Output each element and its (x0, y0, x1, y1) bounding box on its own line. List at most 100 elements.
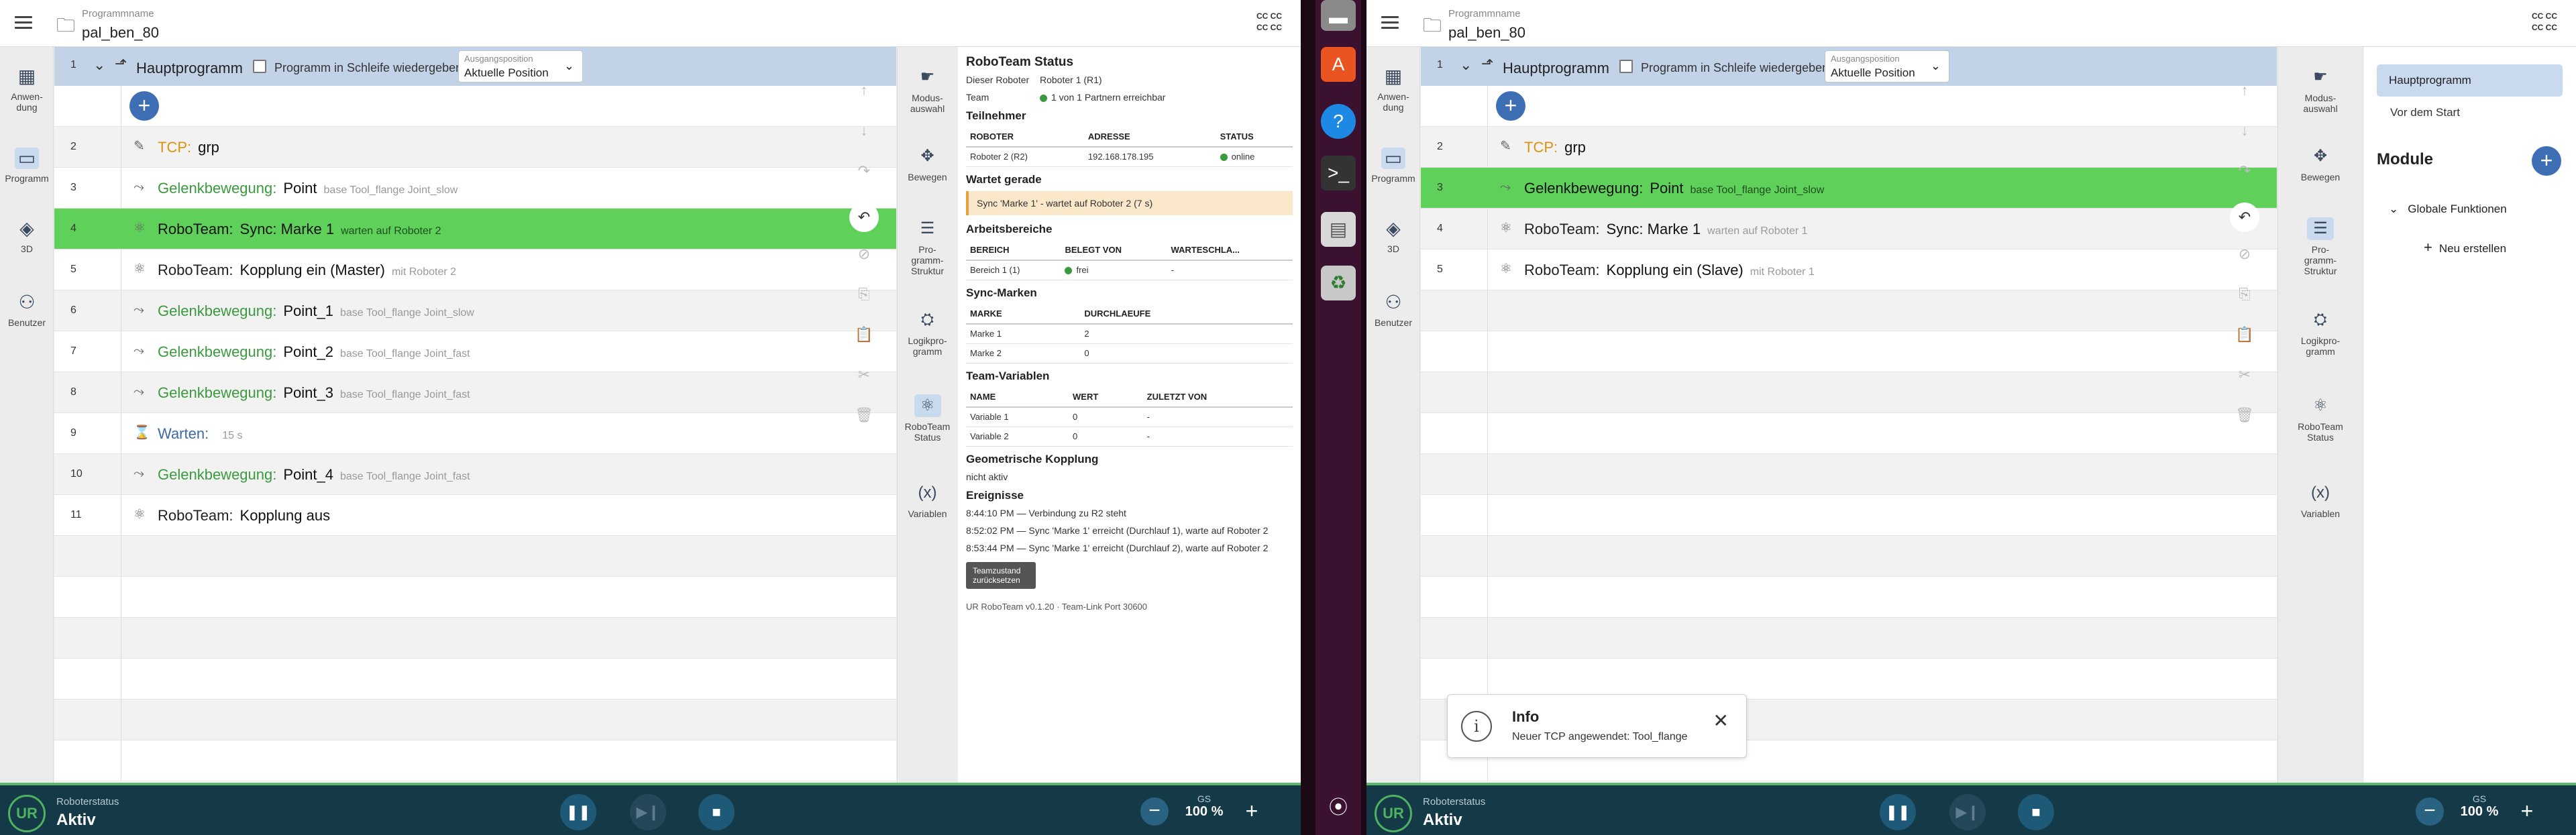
tool-move-arrows[interactable]: ✥ Bewegen (898, 145, 957, 182)
row-number-cell (54, 618, 121, 658)
row-number: 4 (1421, 209, 1488, 249)
add-node-button[interactable]: + (1496, 91, 1525, 121)
loop-checkbox[interactable] (1619, 60, 1633, 73)
nav-user[interactable]: ⚇ Benutzer (1366, 292, 1420, 328)
undo-icon[interactable]: ↶ (2230, 203, 2259, 232)
speed-increase-button[interactable]: + (1238, 797, 1266, 826)
dock-app-icon[interactable]: ▬ (1321, 0, 1356, 31)
program-row[interactable]: 4 ⚛ RoboTeam: Sync: Marke 1 warten auf Robot… (1421, 209, 2277, 249)
delete-icon[interactable]: 🗑 (2224, 406, 2265, 424)
menu-icon[interactable] (15, 15, 35, 31)
create-new-button[interactable]: + Neu erstellen (2424, 239, 2506, 256)
geo-title: Geometrische Kopplung (966, 453, 1099, 465)
event-item: 8:53:44 PM — Sync 'Marke 1' erreicht (Du… (966, 543, 1269, 553)
cut-icon[interactable]: ✂ (844, 366, 884, 384)
program-row[interactable]: 4 ⚛ RoboTeam: Sync: Marke 1 warten auf Robot… (54, 209, 896, 249)
nav-3d[interactable]: ◈ 3D (0, 218, 54, 254)
speed-increase-button[interactable]: + (2513, 797, 2541, 826)
speed-decrease-button[interactable]: − (2416, 797, 2444, 826)
program-row[interactable]: 5 ⚛ RoboTeam: Kopplung ein (Slave) mit Robot… (1421, 249, 2277, 290)
redo-icon[interactable]: ↷ (844, 162, 884, 180)
paste-icon[interactable]: 📋 (2224, 326, 2265, 343)
folder-icon[interactable]: 🗀 (1423, 16, 1442, 35)
cut-icon[interactable]: ✂ (2224, 366, 2265, 384)
structure-main-program[interactable]: Hauptprogramm (2377, 64, 2563, 97)
program-row[interactable]: 7 ⤳ Gelenkbewegung: Point_2 base Tool_flange… (54, 331, 896, 372)
program-row[interactable]: 10 ⤳ Gelenkbewegung: Point_4 base Tool_flang… (54, 454, 896, 495)
program-row[interactable]: 2 ✎ TCP: grp (1421, 127, 2277, 168)
nav-application[interactable]: ▦ Anwen- dung (0, 66, 54, 113)
program-row[interactable]: 11 ⚛ RoboTeam: Kopplung aus (54, 495, 896, 536)
delete-icon[interactable]: 🗑 (844, 406, 884, 424)
menu-icon[interactable] (1381, 15, 1401, 31)
step-button[interactable]: ▶❙ (630, 794, 666, 830)
move-up-icon[interactable]: ↑ (844, 82, 884, 99)
structure-before-start[interactable]: Vor dem Start (2377, 97, 2563, 129)
tool-mode[interactable]: ☛ Modus- auswahl (2278, 66, 2363, 114)
nav-program[interactable]: ▭ Programm (0, 148, 54, 184)
copy-icon[interactable]: ⎘ (2224, 286, 2265, 303)
tool-variables[interactable]: (x) Variablen (898, 482, 957, 519)
loop-checkbox[interactable] (253, 60, 266, 73)
mode-icon: ☛ (920, 68, 935, 86)
folder-icon[interactable]: 🗀 (56, 16, 75, 35)
chevron-down-icon[interactable]: ⌄ (93, 56, 105, 74)
step-button[interactable]: ▶❙ (1949, 794, 1986, 830)
pause-button[interactable]: ❚❚ (560, 794, 596, 830)
tool-label: Modus- auswahl (910, 93, 945, 114)
nav-application[interactable]: ▦ Anwen- dung (1366, 66, 1420, 113)
nav-program[interactable]: ▭ Programm (1366, 148, 1420, 184)
start-position-select[interactable]: Ausgangsposition Aktuelle Position ⌄ (458, 50, 583, 82)
row-number-cell (54, 700, 121, 740)
program-name[interactable]: pal_ben_80 (1448, 24, 1525, 42)
program-row[interactable]: 5 ⚛ RoboTeam: Kopplung ein (Master) mit Robo… (54, 249, 896, 290)
program-row[interactable]: 8 ⤳ Gelenkbewegung: Point_3 base Tool_flange… (54, 372, 896, 413)
tool-structure[interactable]: ☰ Pro- gramm- Struktur (898, 217, 957, 276)
reset-team-button[interactable]: Teamzustand zurücksetzen (966, 562, 1036, 589)
tool-logic[interactable]: ⛭ Logikpro- gramm (2278, 309, 2363, 357)
help-icon[interactable]: ? (1321, 104, 1356, 139)
stop-button[interactable]: ■ (2018, 794, 2054, 830)
trash-icon[interactable]: ♻ (1321, 266, 1356, 300)
tool-mode[interactable]: ☛ Modus- auswahl (898, 66, 957, 114)
robot-status-icon[interactable]: UR (1375, 795, 1412, 832)
stop-button[interactable]: ■ (698, 794, 735, 830)
tool-roboteam[interactable]: ⚛ RoboTeam Status (898, 394, 957, 443)
program-row[interactable]: 6 ⤳ Gelenkbewegung: Point_1 base Tool_flange… (54, 290, 896, 331)
start-position-select[interactable]: Ausgangsposition Aktuelle Position ⌄ (1825, 50, 1949, 82)
move-up-icon[interactable]: ↑ (2224, 82, 2265, 99)
copy-icon[interactable]: ⎘ (844, 286, 884, 303)
chevron-down-icon[interactable]: ⌄ (1460, 56, 1472, 74)
tool-structure[interactable]: ☰ Pro- gramm- Struktur (2278, 217, 2363, 276)
robot-status-icon[interactable]: UR (8, 795, 46, 832)
program-row[interactable]: 2 ✎ TCP: grp (54, 127, 896, 168)
tool-move-arrows[interactable]: ✥ Bewegen (2278, 145, 2363, 182)
show-apps-icon[interactable]: ⦿ (1321, 790, 1356, 825)
redo-icon[interactable]: ↷ (2224, 162, 2265, 180)
tool-logic[interactable]: ⛭ Logikpro- gramm (898, 309, 957, 357)
program-row[interactable]: 9 ⌛ Warten: 15 s (54, 413, 896, 454)
pause-button[interactable]: ❚❚ (1880, 794, 1916, 830)
disable-icon[interactable]: ⊘ (2224, 245, 2265, 263)
disable-icon[interactable]: ⊘ (844, 245, 884, 263)
program-name[interactable]: pal_ben_80 (82, 24, 159, 42)
move-down-icon[interactable]: ↓ (844, 122, 884, 140)
global-functions[interactable]: ⌄ Globale Funktionen (2389, 203, 2507, 216)
add-module-button[interactable]: + (2532, 146, 2561, 176)
nav-user[interactable]: ⚇ Benutzer (0, 292, 54, 328)
software-center-icon[interactable]: A (1321, 47, 1356, 82)
terminal-icon[interactable]: >_ (1321, 156, 1356, 190)
program-row[interactable]: 3 ⤳ Gelenkbewegung: Point base Tool_flange J… (1421, 168, 2277, 209)
tool-roboteam[interactable]: ⚛ RoboTeam Status (2278, 394, 2363, 443)
nav-3d[interactable]: ◈ 3D (1366, 218, 1420, 254)
close-icon[interactable]: ✕ (1713, 710, 1729, 732)
move-down-icon[interactable]: ↓ (2224, 122, 2265, 140)
files-icon[interactable]: ▤ (1321, 212, 1356, 247)
undo-icon[interactable]: ↶ (849, 203, 879, 232)
program-row[interactable]: 3 ⤳ Gelenkbewegung: Point base Tool_flange J… (54, 168, 896, 209)
tool-variables[interactable]: (x) Variablen (2278, 482, 2363, 519)
variables-icon: (x) (2311, 484, 2330, 502)
add-node-button[interactable]: + (129, 91, 159, 121)
speed-decrease-button[interactable]: − (1140, 797, 1169, 826)
paste-icon[interactable]: 📋 (844, 326, 884, 343)
